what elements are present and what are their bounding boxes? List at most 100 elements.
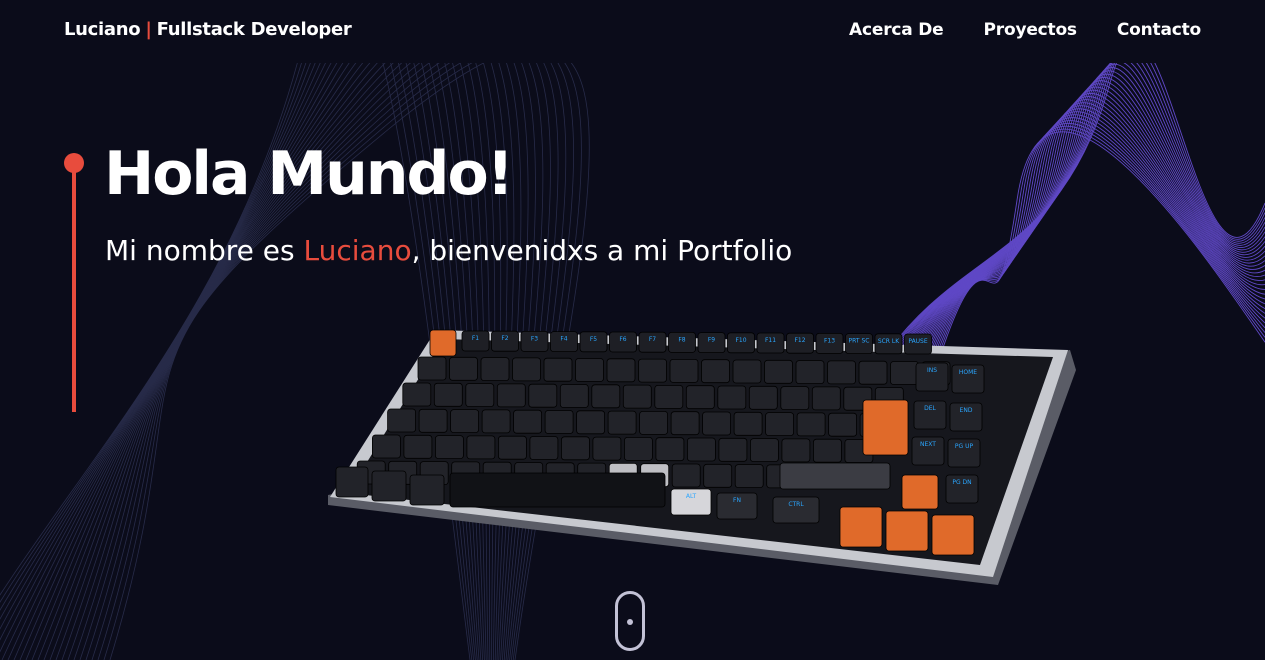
key: [654, 385, 684, 409]
key: [703, 463, 733, 488]
svg-text:PG DN: PG DN: [952, 479, 971, 486]
key: [559, 384, 589, 408]
key-function: F9: [697, 332, 726, 353]
key-arrow-right: [931, 514, 975, 556]
key: [433, 382, 463, 407]
key: [670, 411, 700, 436]
key: [560, 436, 590, 461]
key: [686, 437, 716, 462]
brand-role: Fullstack Developer: [156, 19, 352, 40]
key: [371, 470, 407, 502]
key: [528, 383, 558, 408]
key: [718, 437, 748, 462]
key: [638, 358, 667, 383]
key-arrow-up: [901, 474, 939, 510]
hero-title: Hola Mundo!: [104, 139, 514, 209]
key-alt: ALT: [670, 488, 712, 516]
key-nav: NEXT: [911, 436, 945, 466]
key-function: F7: [638, 331, 667, 353]
key: [387, 408, 416, 433]
key: [669, 359, 699, 383]
key: [591, 384, 621, 409]
nav-link-contacto[interactable]: Contacto: [1117, 20, 1201, 40]
svg-text:SCR LK: SCR LK: [878, 338, 900, 345]
main-nav: Acerca De Proyectos Contacto: [849, 20, 1201, 40]
svg-text:F12: F12: [794, 337, 805, 344]
key: [513, 409, 543, 434]
key-function: PAUSE: [904, 333, 932, 355]
key: [748, 385, 778, 410]
key: [466, 435, 496, 460]
svg-text:DEL: DEL: [924, 405, 936, 412]
key: [402, 382, 432, 407]
key: [827, 360, 856, 385]
key: [781, 438, 811, 463]
key: [811, 386, 841, 411]
key-nav: DEL: [913, 400, 947, 430]
key-function: F10: [727, 332, 755, 354]
key: [480, 357, 510, 381]
brand-logo[interactable]: Luciano | Fullstack Developer: [64, 19, 352, 40]
key: [449, 356, 478, 381]
key-ctrl: CTRL: [772, 496, 820, 524]
key: [465, 383, 495, 407]
key: [497, 435, 527, 460]
key-function: F1: [461, 330, 490, 352]
key: [685, 385, 715, 410]
svg-text:F10: F10: [735, 337, 746, 344]
key: [812, 438, 842, 463]
keyboard-illustration: F1 F2 F3 F4 F5 F6 F7 F8 F9 F10 F11 F12 F13 PRT SC SCR …: [328, 329, 1076, 585]
scroll-down-indicator[interactable]: [615, 591, 645, 651]
hero-accent-line: [72, 162, 76, 412]
key: [409, 474, 445, 506]
svg-text:F11: F11: [765, 337, 776, 344]
key-nav: PG UP: [947, 438, 981, 468]
site-header: Luciano | Fullstack Developer Acerca De Pr…: [0, 0, 1265, 63]
svg-text:PRT SC: PRT SC: [849, 338, 870, 345]
key-function: PRT SC: [845, 333, 873, 355]
key: [543, 357, 573, 382]
subtitle-name: Luciano: [303, 234, 412, 267]
svg-text:F1: F1: [472, 335, 479, 342]
svg-text:F5: F5: [590, 336, 597, 343]
key: [529, 436, 559, 460]
key: [418, 408, 448, 433]
key: [607, 410, 637, 435]
hero-subtitle: Mi nombre es Luciano, bienvenidxs a mi P…: [105, 232, 792, 270]
key: [717, 385, 747, 410]
svg-text:CTRL: CTRL: [788, 501, 804, 508]
key-nav: PG DN: [945, 474, 979, 504]
key: [890, 361, 919, 385]
key-escape: [429, 329, 457, 357]
key-nav: HOME: [951, 364, 985, 394]
key-function: F11: [756, 332, 785, 354]
svg-text:HOME: HOME: [959, 369, 977, 376]
key: [795, 360, 825, 384]
key: [417, 356, 447, 381]
subtitle-prefix: Mi nombre es: [105, 234, 304, 267]
svg-text:F2: F2: [501, 335, 508, 342]
key: [655, 437, 685, 462]
key-function: F13: [815, 332, 844, 354]
key: [733, 411, 763, 436]
subtitle-suffix: , bienvenidxs a mi Portfolio: [411, 234, 793, 267]
nav-link-proyectos[interactable]: Proyectos: [984, 20, 1078, 40]
key-nav: END: [949, 402, 983, 432]
key: [765, 412, 795, 436]
key: [403, 434, 433, 459]
svg-text:F7: F7: [649, 336, 656, 343]
key: [481, 409, 511, 434]
mouse-scroll-icon: [627, 619, 633, 625]
key: [575, 358, 604, 382]
brand-separator: |: [145, 19, 152, 40]
svg-text:NEXT: NEXT: [920, 441, 936, 448]
key: [749, 438, 779, 462]
key-function: SCR LK: [874, 333, 903, 355]
key: [622, 384, 652, 409]
brand-name: Luciano: [64, 19, 141, 40]
svg-text:ALT: ALT: [686, 493, 697, 500]
svg-text:FN: FN: [733, 497, 741, 504]
svg-text:F8: F8: [678, 336, 685, 343]
nav-link-acerca[interactable]: Acerca De: [849, 20, 944, 40]
key: [639, 411, 669, 435]
